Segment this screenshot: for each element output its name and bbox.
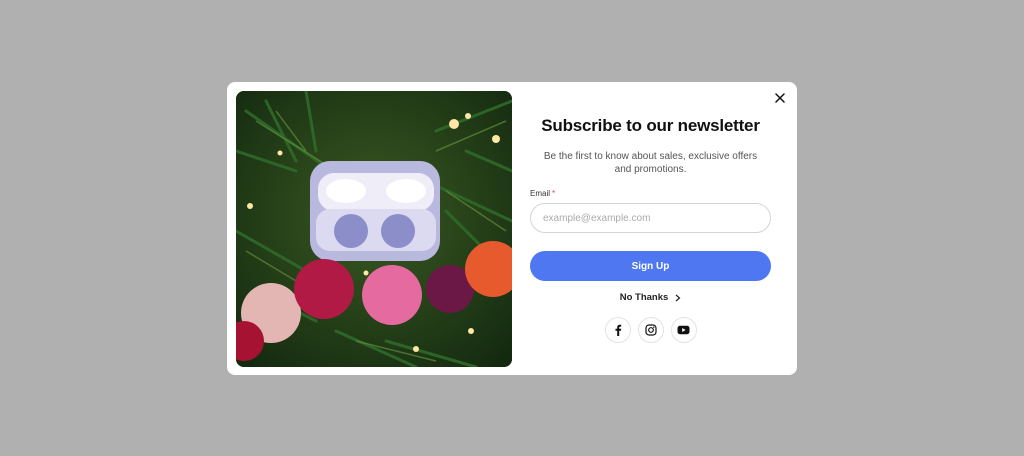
no-thanks-label: No Thanks bbox=[619, 292, 669, 303]
close-button[interactable] bbox=[772, 90, 788, 106]
product-photo bbox=[236, 91, 512, 367]
instagram-icon bbox=[644, 324, 657, 336]
email-label-text: Email bbox=[530, 189, 551, 198]
youtube-link[interactable] bbox=[670, 317, 697, 343]
signup-form: Subscribe to our newsletter Be the first… bbox=[530, 82, 771, 343]
facebook-icon bbox=[615, 324, 621, 336]
email-label: Email * bbox=[530, 189, 771, 198]
facebook-link[interactable] bbox=[604, 317, 631, 343]
newsletter-popup: Subscribe to our newsletter Be the first… bbox=[227, 82, 797, 375]
instagram-link[interactable] bbox=[637, 317, 664, 343]
close-icon bbox=[775, 93, 785, 103]
social-links bbox=[530, 317, 771, 343]
popup-title: Subscribe to our newsletter bbox=[541, 116, 760, 135]
youtube-icon bbox=[677, 325, 690, 335]
chevron-right-icon bbox=[675, 294, 681, 301]
email-field[interactable] bbox=[530, 203, 771, 233]
no-thanks-link[interactable]: No Thanks bbox=[530, 292, 771, 303]
popup-subtitle: Be the first to know about sales, exclus… bbox=[543, 151, 758, 175]
required-mark: * bbox=[552, 189, 556, 198]
sign-up-button[interactable]: Sign Up bbox=[530, 251, 771, 281]
